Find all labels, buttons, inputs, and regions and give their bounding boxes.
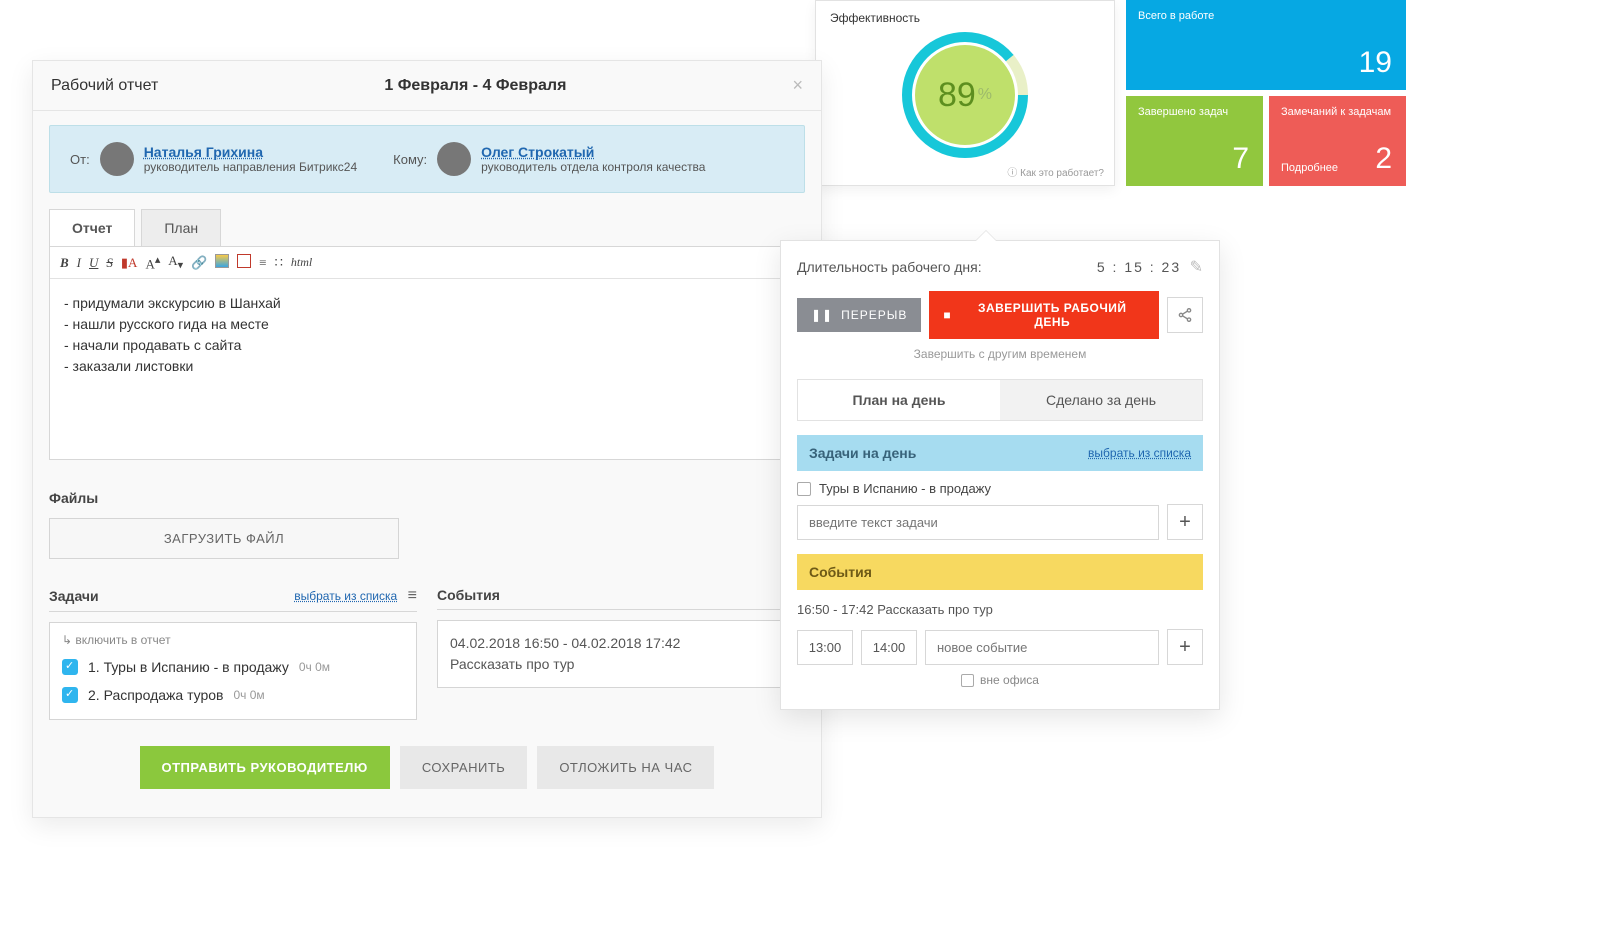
ul-icon[interactable]: ∷ [275,255,283,271]
tile-label: Завершено задач [1138,106,1251,118]
to-block: Кому: Олег Строкатый руководитель отдела… [393,142,705,176]
link-icon[interactable]: 🔗 [191,255,207,271]
report-dialog: Рабочий отчет 1 Февраля - 4 Февраля × От… [32,60,822,818]
day-events-heading: События [809,564,872,580]
duration-label: Длительность рабочего дня: [797,259,982,275]
tab-report[interactable]: Отчет [49,209,135,246]
to-position: руководитель отдела контроля качества [481,160,705,174]
ol-icon[interactable]: ≡ [259,255,266,271]
underline-icon[interactable]: U [89,255,98,271]
tile-value: 7 [1232,142,1249,176]
close-icon[interactable]: × [792,75,803,96]
list-icon[interactable]: ≡ [408,587,417,604]
select-from-list-link[interactable]: выбрать из списка [294,589,397,603]
task-checkbox[interactable] [62,687,78,703]
save-button[interactable]: СОХРАНИТЬ [400,746,527,789]
dialog-period: 1 Февраля - 4 Февраля [384,77,566,95]
to-label: Кому: [393,152,427,167]
editor-toolbar: B I U S ▮A A▴ A▾ 🔗 ≡ ∷ html [50,247,804,279]
event-time-to-input[interactable] [861,630,917,665]
tile-label: Замечаний к задачам [1281,106,1394,118]
stat-tiles: Всего в работе 19 Завершено задач 7 Заме… [1126,0,1406,186]
tile-more-link[interactable]: Подробнее [1281,162,1338,174]
event-title: Рассказать про тур [450,654,792,675]
gauge: 89 % [901,31,1029,159]
tile-label: Всего в работе [1138,10,1394,22]
event-time: 04.02.2018 16:50 - 04.02.2018 17:42 [450,633,792,654]
font-color-icon[interactable]: ▮A [121,255,138,271]
from-name[interactable]: Наталья Грихина [144,144,357,160]
tasks-heading: Задачи [49,588,99,604]
strike-icon[interactable]: S [106,255,113,271]
share-icon[interactable] [1167,297,1203,333]
task-label: 1. Туры в Испанию - в продажу [88,659,289,675]
pause-button[interactable]: ❚❚ ПЕРЕРЫВ [797,298,921,332]
task-row[interactable]: 1. Туры в Испанию - в продажу 0ч 0м [62,653,404,681]
avatar [100,142,134,176]
font-size-inc-icon[interactable]: A▴ [145,253,160,272]
task-row[interactable]: 2. Распродажа туров 0ч 0м [62,681,404,709]
task-label: 2. Распродажа туров [88,687,224,703]
event-line: 16:50 - 17:42 Рассказать про тур [797,590,1203,629]
to-name[interactable]: Олег Строкатый [481,144,705,160]
tile-remarks[interactable]: Замечаний к задачам Подробнее 2 [1269,96,1406,186]
out-of-office-option[interactable]: вне офиса [797,673,1203,687]
italic-icon[interactable]: I [77,255,81,271]
add-task-button[interactable]: + [1167,504,1203,540]
task-checkbox[interactable] [797,482,811,496]
workday-panel: Длительность рабочего дня: 5 : 15 : 23 ✎… [780,240,1220,710]
widget-title: Эффективность [830,11,1100,25]
task-time: 0ч 0м [234,688,265,702]
avatar [437,142,471,176]
events-heading: События [437,587,500,603]
duration-value: 5 : 15 : 23 [1097,259,1181,275]
include-in-report-label: включить в отчет [62,633,404,647]
image-icon[interactable] [215,254,229,272]
gauge-value: 89 [938,76,976,115]
tab-day-plan[interactable]: План на день [798,380,1000,420]
out-of-office-checkbox[interactable] [961,674,974,687]
from-label: От: [70,152,90,167]
end-other-time-link[interactable]: Завершить с другим временем [797,347,1203,361]
task-label: Туры в Испанию - в продажу [819,481,991,496]
from-block: От: Наталья Грихина руководитель направл… [70,142,357,176]
tile-value: 19 [1359,46,1392,80]
gauge-percent: % [978,86,992,104]
pencil-icon[interactable]: ✎ [1190,259,1203,276]
stop-label: ЗАВЕРШИТЬ РАБОЧИЙ ДЕНЬ [959,301,1145,329]
files-heading: Файлы [49,490,805,506]
dialog-title: Рабочий отчет [51,77,158,95]
stop-icon: ■ [943,308,951,322]
html-icon[interactable]: html [291,255,312,270]
out-of-office-label: вне офиса [980,673,1039,687]
add-event-button[interactable]: + [1167,629,1203,665]
bold-icon[interactable]: B [60,255,69,271]
event-time-from-input[interactable] [797,630,853,665]
tab-day-done[interactable]: Сделано за день [1000,380,1202,420]
editor-textarea[interactable]: - придумали экскурсию в Шанхай - нашли р… [50,279,804,459]
tile-in-work[interactable]: Всего в работе 19 [1126,0,1406,90]
day-tasks-heading: Задачи на день [809,445,916,461]
effectiveness-widget: Эффективность 89 % Как это работает? [815,0,1115,186]
new-task-input[interactable] [797,505,1159,540]
tab-plan[interactable]: План [141,209,221,246]
postpone-button[interactable]: ОТЛОЖИТЬ НА ЧАС [537,746,714,789]
tile-done[interactable]: Завершено задач 7 [1126,96,1263,186]
font-size-dec-icon[interactable]: A▾ [168,253,183,272]
end-workday-button[interactable]: ■ ЗАВЕРШИТЬ РАБОЧИЙ ДЕНЬ [929,291,1159,339]
event-box: 04.02.2018 16:50 - 04.02.2018 17:42 Расс… [437,620,805,688]
how-it-works-link[interactable]: Как это работает? [1007,164,1104,179]
pause-icon: ❚❚ [811,308,833,322]
task-time: 0ч 0м [299,660,330,674]
from-position: руководитель направления Битрикс24 [144,160,357,174]
pause-label: ПЕРЕРЫВ [841,308,907,322]
task-checkbox[interactable] [62,659,78,675]
select-from-list-link[interactable]: выбрать из списка [1088,446,1191,460]
table-icon[interactable] [237,254,251,272]
new-event-input[interactable] [925,630,1159,665]
upload-button[interactable]: ЗАГРУЗИТЬ ФАЙЛ [49,518,399,559]
send-to-manager-button[interactable]: ОТПРАВИТЬ РУКОВОДИТЕЛЮ [140,746,390,789]
tile-value: 2 [1375,142,1392,176]
